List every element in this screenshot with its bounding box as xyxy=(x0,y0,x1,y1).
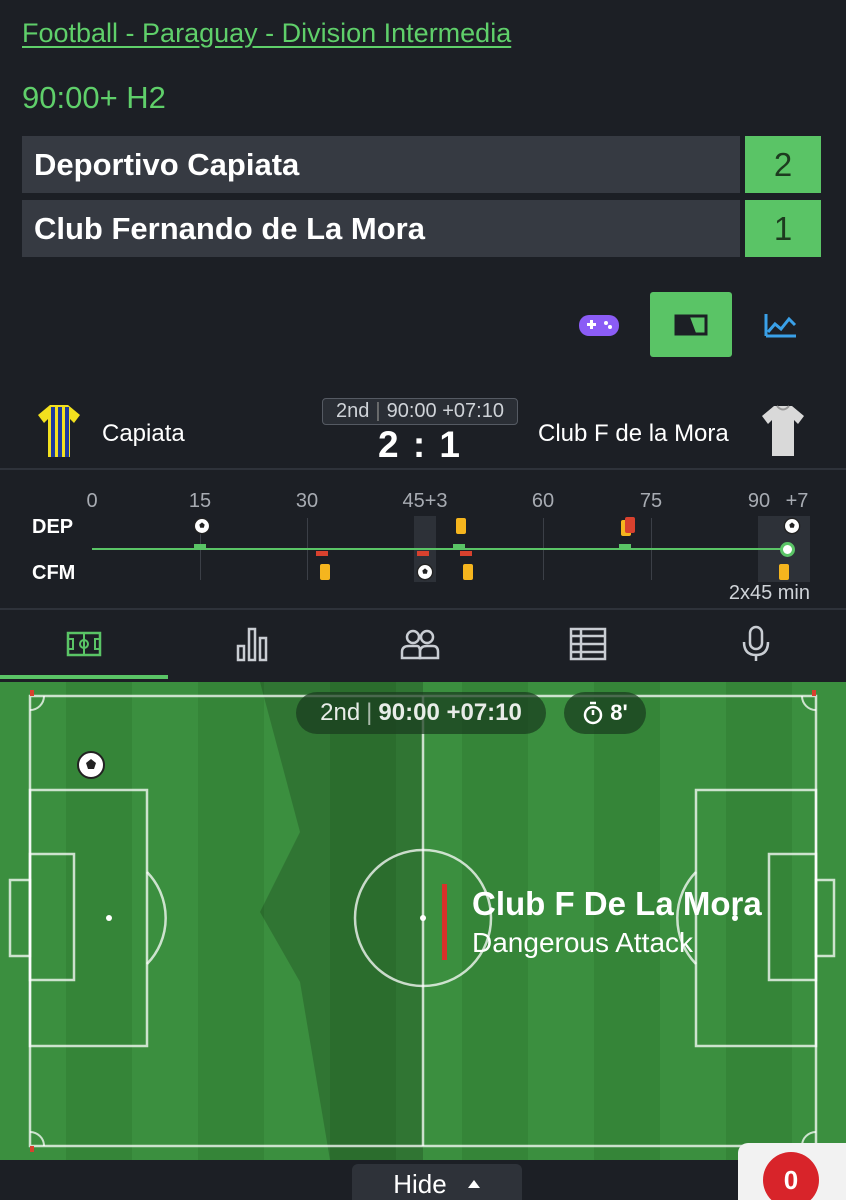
bar-chart-icon xyxy=(236,627,268,662)
breadcrumb[interactable]: Football - Paraguay - Division Intermedi… xyxy=(22,18,511,49)
gamepad-icon xyxy=(579,314,619,336)
attack-bar-marker xyxy=(417,551,429,556)
home-score: 2 xyxy=(745,136,821,193)
betslip-count-badge[interactable]: 0 xyxy=(763,1152,819,1200)
match-duration: 2x45 min xyxy=(728,582,810,604)
period-clock-box: 2nd | 90:00 +07:10 xyxy=(322,398,518,425)
pitch-clock-pill: 2nd | 90:00 +07:10 xyxy=(296,692,546,734)
yellow-card-icon xyxy=(456,518,466,534)
goal-ball-icon xyxy=(783,517,801,535)
match-clock: 90:00 +07:10 xyxy=(386,400,504,422)
attack-bar-marker xyxy=(316,551,328,556)
attack-bar-marker xyxy=(619,544,631,549)
tab-lineups[interactable] xyxy=(336,612,504,676)
away-timeline-label: CFM xyxy=(32,562,76,584)
home-jersey-icon xyxy=(38,405,80,457)
stats-chart-button[interactable] xyxy=(740,292,822,357)
hide-button[interactable]: Hide xyxy=(352,1164,522,1200)
separator: | xyxy=(375,400,381,422)
match-time: 90:00+ H2 xyxy=(22,80,166,115)
timeline-now-marker xyxy=(780,542,795,557)
timeline-tick: 90 xyxy=(747,490,771,512)
timeline-tick: 75 xyxy=(639,490,663,512)
tab-stats[interactable] xyxy=(168,612,336,676)
timeline-tick: 0 xyxy=(86,490,98,512)
timeline-tick: 15 xyxy=(188,490,212,512)
ball-position-icon xyxy=(77,751,105,779)
attack-bar-marker xyxy=(460,551,472,556)
tab-commentary[interactable] xyxy=(672,612,840,676)
pitch-period: 2nd xyxy=(320,699,361,726)
stopwatch-icon xyxy=(584,701,603,725)
timeline-tick: +7 xyxy=(785,490,809,512)
pitch-icon xyxy=(66,631,102,657)
yellow-card-icon xyxy=(320,564,330,580)
attack-bar-marker xyxy=(453,544,465,549)
timeline-tick: 45+3 xyxy=(402,490,448,512)
lineups-icon xyxy=(400,629,440,660)
goal-ball-icon xyxy=(416,563,434,581)
home-timeline-label: DEP xyxy=(32,516,74,538)
active-tab-indicator xyxy=(0,675,168,679)
gamepad-button[interactable] xyxy=(558,292,640,357)
away-jersey-icon xyxy=(762,405,804,456)
possession-timer: 8' xyxy=(610,700,628,725)
live-stream-icon xyxy=(674,314,708,335)
home-team-row: Deportivo Capiata xyxy=(22,136,740,193)
timeline-tick: 30 xyxy=(295,490,319,512)
divider xyxy=(0,468,846,470)
away-team-name: Club Fernando de La Mora xyxy=(34,210,425,246)
pitch-clock: 90:00 +07:10 xyxy=(378,699,522,726)
hide-label: Hide xyxy=(393,1168,447,1199)
home-team-name: Deportivo Capiata xyxy=(34,146,300,182)
yellow-card-icon xyxy=(779,564,789,580)
goal-ball-icon xyxy=(193,517,211,535)
divider xyxy=(0,608,846,610)
attacking-team: Club F De La Mora xyxy=(472,885,762,922)
tab-list[interactable] xyxy=(504,612,672,676)
home-team-short: Capiata xyxy=(102,420,185,447)
stats-chart-icon xyxy=(764,313,797,337)
big-score: 2 : 1 xyxy=(377,424,463,465)
separator: | xyxy=(366,699,373,726)
list-icon xyxy=(569,627,607,661)
live-stream-button[interactable] xyxy=(650,292,732,357)
timeline-tick: 60 xyxy=(531,490,555,512)
away-team-row: Club Fernando de La Mora xyxy=(22,200,740,257)
away-score: 1 xyxy=(745,200,821,257)
attack-bar-marker xyxy=(194,544,206,549)
microphone-icon xyxy=(742,625,770,661)
yellow-card-icon xyxy=(463,564,473,580)
caret-up-icon xyxy=(467,1180,480,1188)
away-team-short: Club F de la Mora xyxy=(538,420,729,447)
attack-type: Dangerous Attack xyxy=(472,927,694,958)
tab-pitch[interactable] xyxy=(0,612,168,676)
period: 2nd xyxy=(336,400,370,422)
possession-timer-pill: 8' xyxy=(564,692,646,734)
attack-indicator xyxy=(442,884,447,960)
red-card-icon xyxy=(625,517,635,533)
